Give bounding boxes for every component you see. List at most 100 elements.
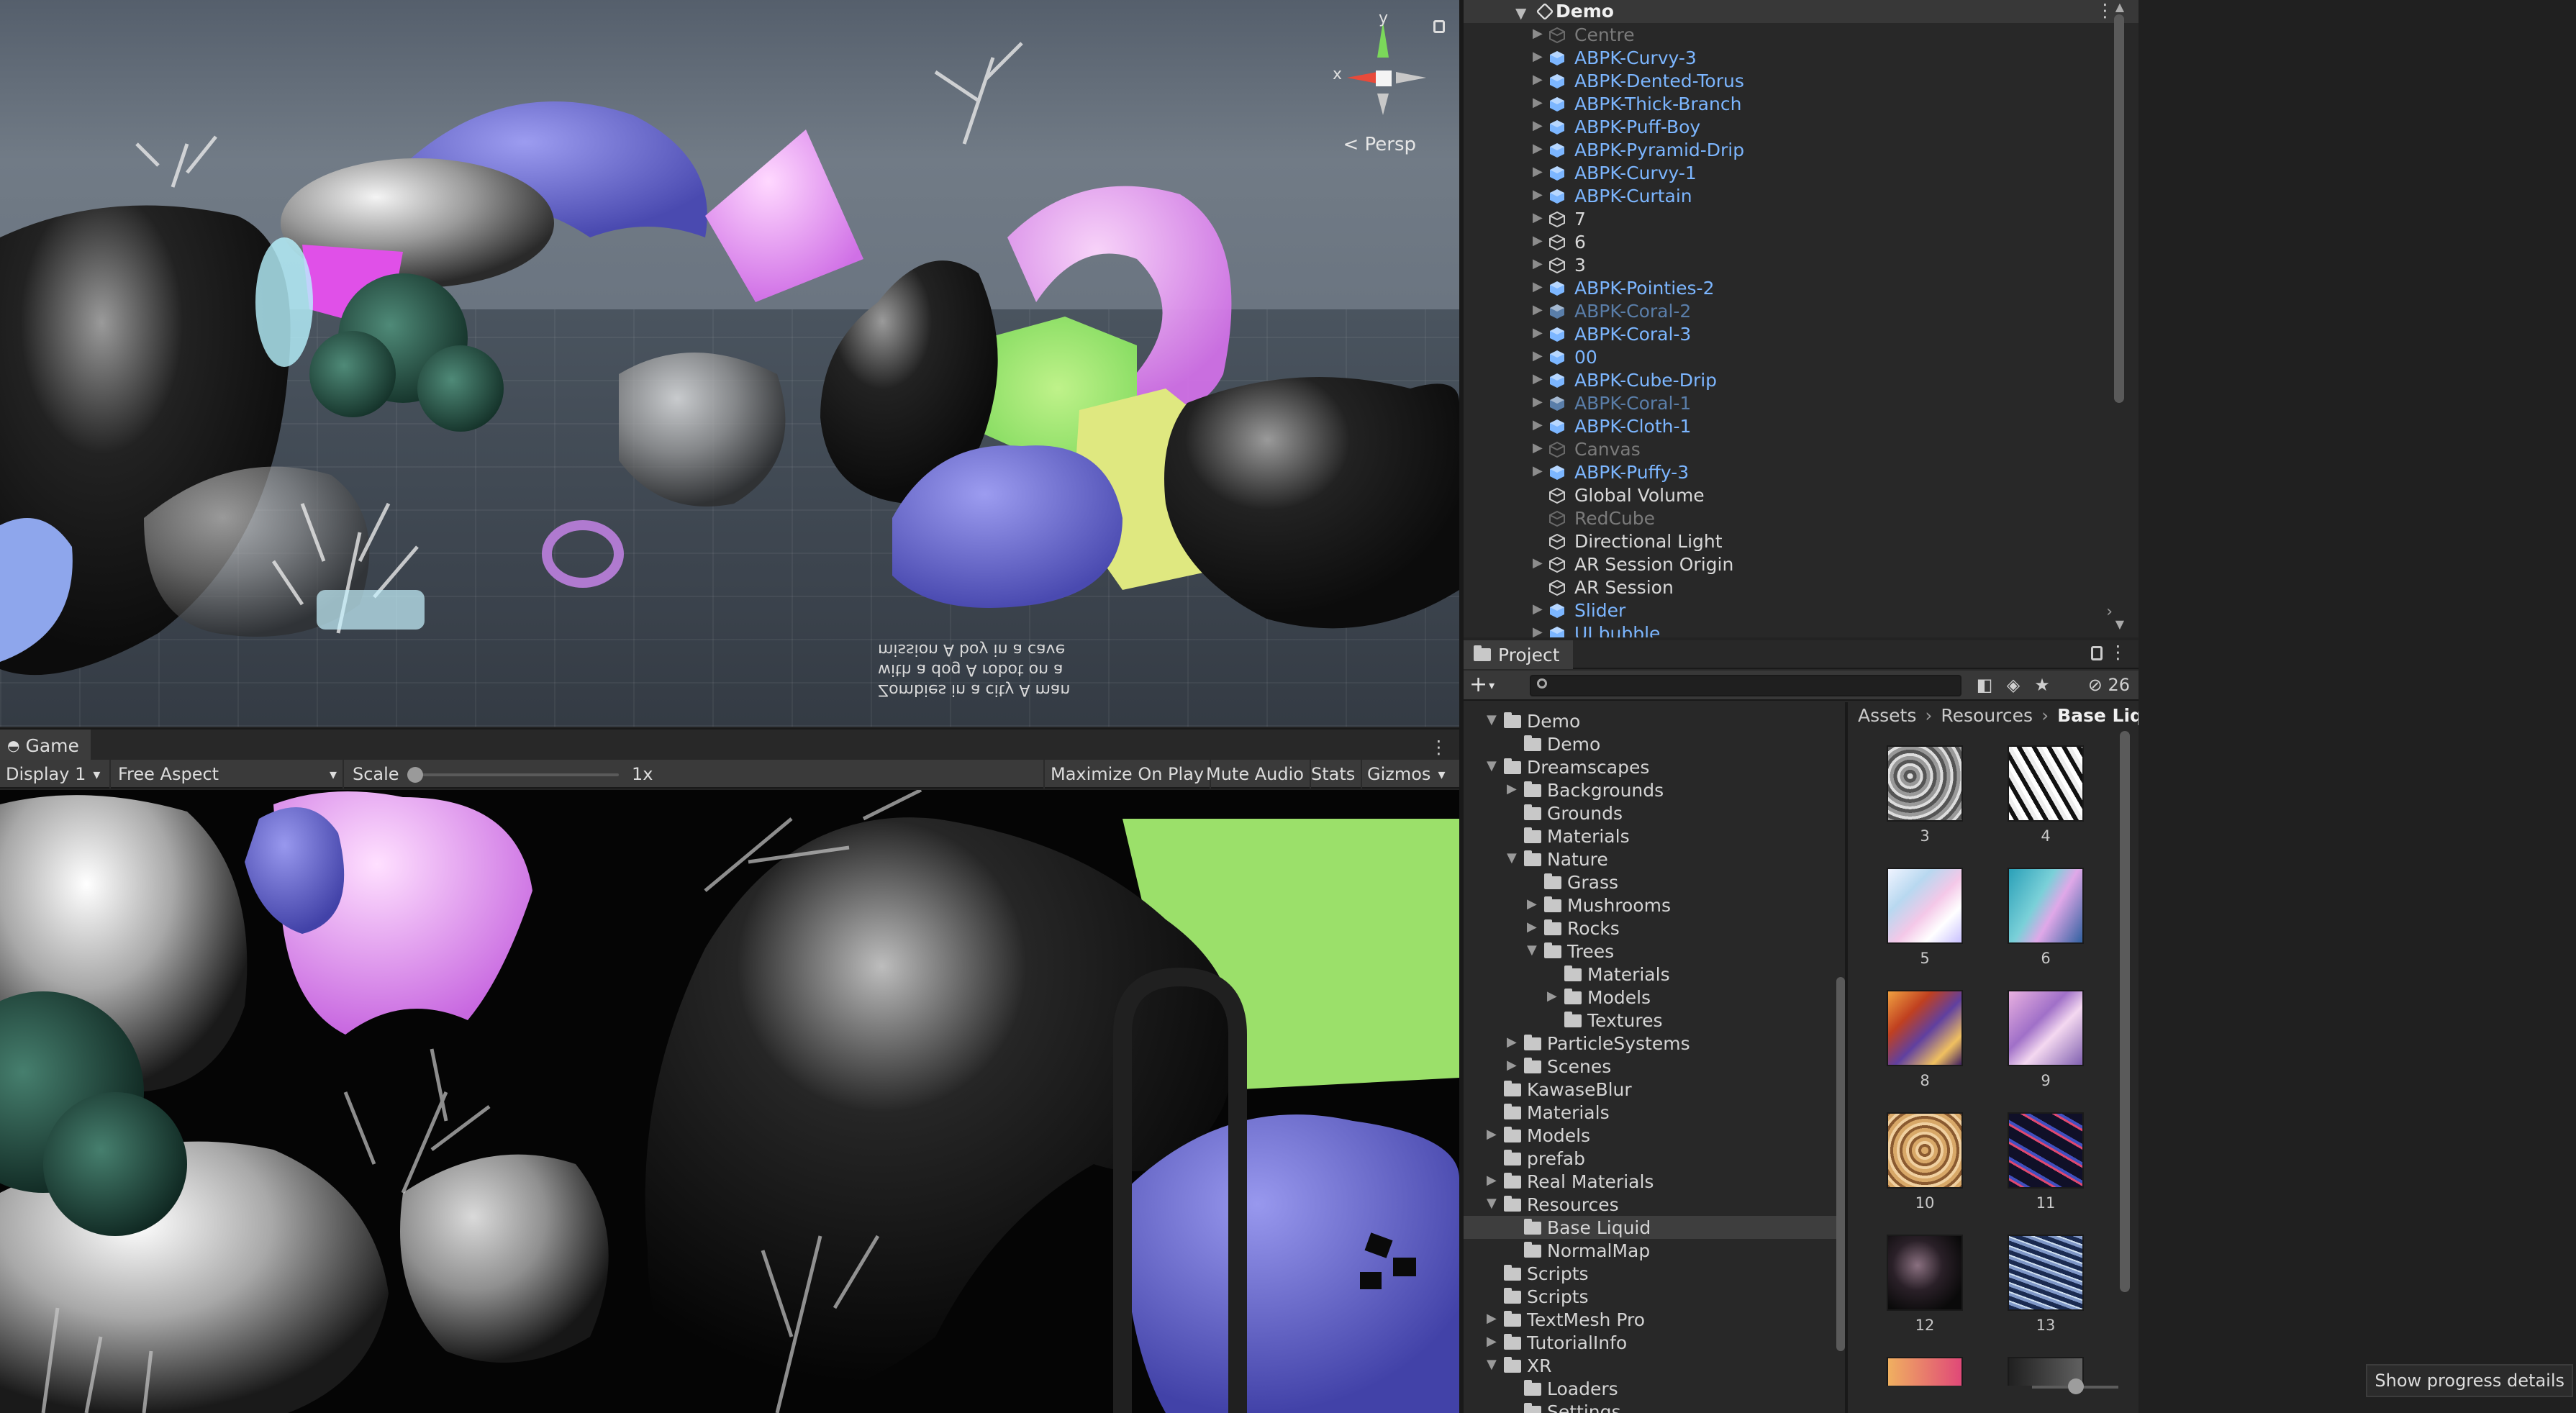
project-menu-icon[interactable]: ⋮ xyxy=(2109,642,2127,663)
folder-tree-item[interactable]: ▼ Nature xyxy=(1464,848,1838,871)
folder-tree-item[interactable]: Materials xyxy=(1464,1101,1838,1124)
lock-icon[interactable] xyxy=(2091,646,2103,660)
folder-tree-item[interactable]: Loaders xyxy=(1464,1377,1838,1400)
expand-arrow-icon[interactable]: ▶ xyxy=(1533,348,1543,363)
expand-arrow-icon[interactable]: ▶ xyxy=(1533,417,1543,432)
expand-arrow-icon[interactable]: ▶ xyxy=(1533,164,1543,179)
create-button[interactable]: + ▾ xyxy=(1469,673,1495,697)
hierarchy-item[interactable]: RedCube xyxy=(1464,506,2111,530)
hierarchy-item[interactable]: ▶ ABPK-Coral-3 xyxy=(1464,322,2111,345)
asset-thumbnail[interactable]: 9 xyxy=(2008,990,2087,1098)
hierarchy-item[interactable]: ▶ 3 xyxy=(1464,253,2111,276)
mute-audio-button[interactable]: Mute Audio xyxy=(1200,760,1311,789)
project-search-input[interactable] xyxy=(1554,676,1957,695)
maximize-on-play-button[interactable]: Maximize On Play xyxy=(1043,760,1212,789)
expand-arrow-icon[interactable]: ▶ xyxy=(1533,463,1543,478)
folder-tree-item[interactable]: Materials xyxy=(1464,824,1838,848)
hidden-packages-toggle[interactable]: ⊘ 26 xyxy=(2088,675,2130,695)
asset-thumbnail[interactable]: 4 xyxy=(2008,745,2087,853)
folder-tree-item[interactable]: ▶ Scenes xyxy=(1464,1055,1838,1078)
expand-arrow-icon[interactable]: ▶ xyxy=(1533,394,1543,409)
hierarchy-item[interactable]: ▶ AR Session Origin xyxy=(1464,553,2111,576)
hierarchy-item[interactable]: ▶ ABPK-Curtain xyxy=(1464,184,2111,207)
asset-thumbnail[interactable]: 5 xyxy=(1887,868,1966,976)
folder-tree-item[interactable]: Scripts xyxy=(1464,1262,1838,1285)
chevron-down-icon[interactable]: ▼ xyxy=(1515,4,1526,22)
asset-grid-scrollbar[interactable] xyxy=(2120,731,2130,1335)
folder-tree-item[interactable]: KawaseBlur xyxy=(1464,1078,1838,1101)
chevron-right-icon[interactable]: ▶ xyxy=(1527,919,1537,935)
hierarchy-item[interactable]: ▶ ABPK-Cloth-1 xyxy=(1464,414,2111,437)
folder-tree-item[interactable]: ▶ ParticleSystems xyxy=(1464,1032,1838,1055)
chevron-right-icon[interactable]: ▶ xyxy=(1507,1035,1517,1050)
folder-tree-item[interactable]: ▼ Dreamscapes xyxy=(1464,755,1838,778)
expand-arrow-icon[interactable]: ▶ xyxy=(1533,371,1543,386)
game-tab-menu-icon[interactable]: ⋮ xyxy=(1430,737,1448,758)
hierarchy-item[interactable]: ▶ ABPK-Curvy-3 xyxy=(1464,46,2111,69)
hierarchy-item[interactable]: ▶ 6 xyxy=(1464,230,2111,253)
game-view[interactable] xyxy=(0,790,1459,1413)
thumbnail-size-handle[interactable] xyxy=(2068,1378,2084,1394)
folder-tree-item[interactable]: Grounds xyxy=(1464,801,1838,824)
chevron-right-icon[interactable]: ▶ xyxy=(1487,1173,1497,1188)
search-by-type-icon[interactable]: ◧ xyxy=(1974,675,1995,695)
asset-thumbnail[interactable]: 6 xyxy=(2008,868,2087,976)
hierarchy-item[interactable]: ▶ Slider xyxy=(1464,599,2111,622)
hierarchy-item[interactable]: ▶ UI bubble xyxy=(1464,622,2111,637)
folder-tree-item[interactable]: ▼ XR xyxy=(1464,1354,1838,1377)
chevron-right-icon[interactable]: ▶ xyxy=(1527,896,1537,912)
expand-arrow-icon[interactable]: ▶ xyxy=(1533,187,1543,202)
hierarchy-scrollbar[interactable] xyxy=(2114,14,2124,403)
expand-arrow-icon[interactable]: ▶ xyxy=(1533,601,1543,617)
expand-arrow-icon[interactable]: ▶ xyxy=(1533,72,1543,87)
hierarchy-item[interactable]: ▶ ABPK-Dented-Torus xyxy=(1464,69,2111,92)
folder-tree-item[interactable]: ▼ Resources xyxy=(1464,1193,1838,1216)
hierarchy-item[interactable]: ▶ ABPK-Curvy-1 xyxy=(1464,161,2111,184)
expand-arrow-icon[interactable]: ▶ xyxy=(1533,302,1543,317)
folder-tree-item[interactable]: Base Liquid xyxy=(1464,1216,1838,1239)
hierarchy-item[interactable]: ▶ ABPK-Puff-Boy xyxy=(1464,115,2111,138)
asset-thumbnail[interactable]: 10 xyxy=(1887,1112,1966,1220)
favorites-star-icon[interactable]: ★ xyxy=(2032,675,2052,695)
breadcrumb-item[interactable]: Resources xyxy=(1941,705,2033,728)
stats-button[interactable]: Stats xyxy=(1305,760,1363,789)
asset-thumbnail[interactable]: 12 xyxy=(1887,1235,1966,1342)
game-tab[interactable]: ◓ Game xyxy=(0,730,91,761)
project-splitter[interactable] xyxy=(1845,702,1848,1413)
scroll-up-icon[interactable]: ▲ xyxy=(2115,0,2124,14)
scale-slider[interactable] xyxy=(410,773,619,776)
folder-tree-item[interactable]: ▶ TutorialInfo xyxy=(1464,1331,1838,1354)
project-tab[interactable]: Project xyxy=(1464,640,1573,669)
expand-arrow-icon[interactable]: ▶ xyxy=(1533,256,1543,271)
folder-tree-item[interactable]: Materials xyxy=(1464,963,1838,986)
folder-tree-item[interactable]: ▶ Rocks xyxy=(1464,917,1838,940)
scale-slider-handle[interactable] xyxy=(407,767,423,783)
expand-arrow-icon[interactable]: ▶ xyxy=(1533,233,1543,248)
folder-tree-item[interactable]: ▶ Models xyxy=(1464,1124,1838,1147)
expand-arrow-icon[interactable]: ▶ xyxy=(1533,26,1543,41)
expand-arrow-icon[interactable]: ▶ xyxy=(1533,624,1543,637)
chevron-down-icon[interactable]: ▼ xyxy=(1527,942,1537,958)
projection-label[interactable]: < Persp xyxy=(1343,134,1416,155)
breadcrumb-item[interactable]: Base Liquid xyxy=(2057,705,2139,728)
scroll-down-icon[interactable]: ▼ xyxy=(2115,617,2124,631)
folder-tree-item[interactable]: ▶ Real Materials xyxy=(1464,1170,1838,1193)
chevron-down-icon[interactable]: ▼ xyxy=(1487,1357,1497,1372)
folder-tree-item[interactable]: ▶ Backgrounds xyxy=(1464,778,1838,801)
asset-thumbnail[interactable]: 11 xyxy=(2008,1112,2087,1220)
hierarchy-item[interactable]: ▶ ABPK-Pointies-2 xyxy=(1464,276,2111,299)
chevron-right-icon[interactable]: › xyxy=(2106,603,2113,621)
folder-tree-item[interactable]: Settings xyxy=(1464,1400,1838,1413)
aspect-dropdown[interactable]: Free Aspect xyxy=(112,760,344,789)
folder-tree-item[interactable]: Demo xyxy=(1464,732,1838,755)
hierarchy-item[interactable]: ▶ ABPK-Coral-2 xyxy=(1464,299,2111,322)
hierarchy-item[interactable]: AR Session xyxy=(1464,576,2111,599)
folder-tree-item[interactable]: ▶ Models xyxy=(1464,986,1838,1009)
scene-view[interactable]: y x < Persp Zombies in a city A man with… xyxy=(0,0,1459,727)
folder-tree-item[interactable]: ▶ Mushrooms xyxy=(1464,894,1838,917)
breadcrumb-item[interactable]: Assets xyxy=(1858,705,1916,728)
asset-thumbnail[interactable]: 8 xyxy=(1887,990,1966,1098)
chevron-right-icon[interactable]: ▶ xyxy=(1507,781,1517,796)
chevron-down-icon[interactable]: ▼ xyxy=(1487,758,1497,773)
chevron-right-icon[interactable]: ▶ xyxy=(1507,1058,1517,1073)
